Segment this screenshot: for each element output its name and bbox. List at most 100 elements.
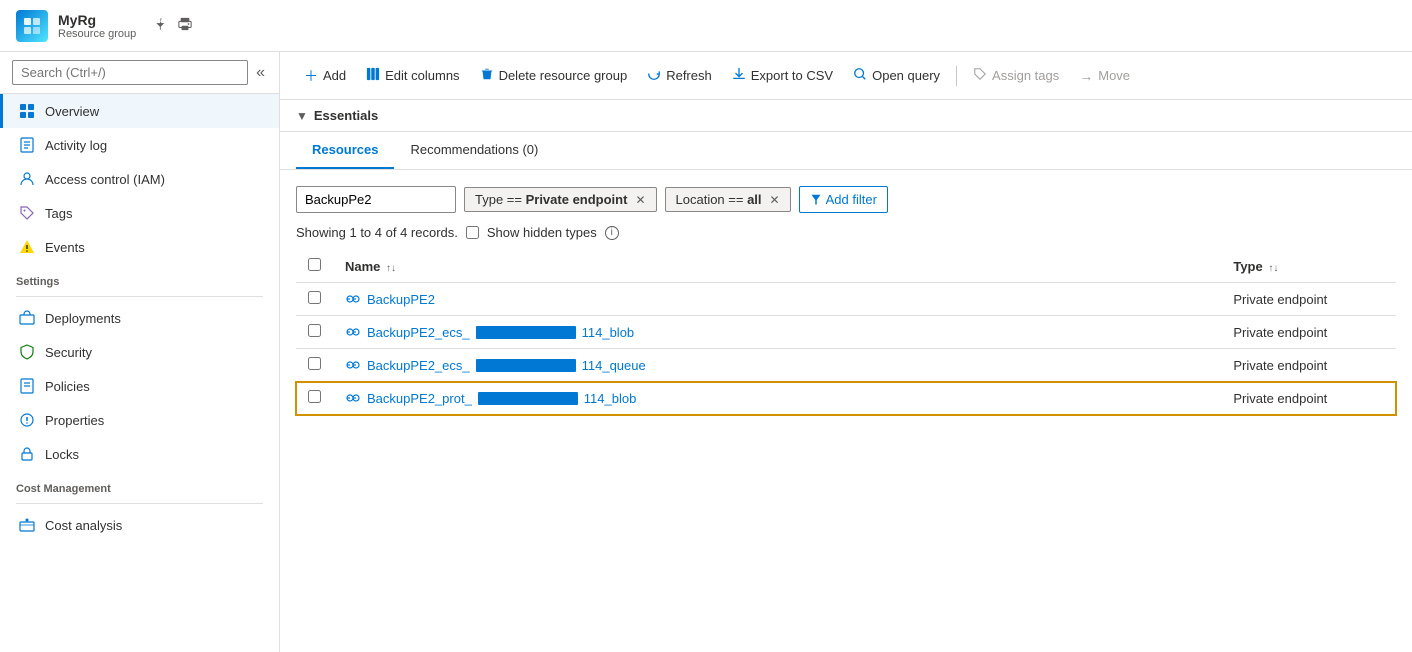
- header-icons: [150, 15, 194, 36]
- type-filter-close-button[interactable]: ✕: [635, 193, 645, 207]
- move-icon: →: [1079, 68, 1093, 84]
- sidebar-nav: Overview Activity log Access control (IA…: [0, 94, 279, 652]
- sidebar-item-access-control[interactable]: Access control (IAM): [0, 162, 279, 196]
- sidebar-search-bar: «: [0, 52, 279, 94]
- row-checkbox[interactable]: [308, 357, 321, 370]
- essentials-label: Essentials: [314, 108, 378, 123]
- resource-link[interactable]: BackupPE2_prot_ 114_blob: [345, 390, 1209, 406]
- export-csv-label: Export to CSV: [751, 68, 833, 83]
- sidebar-item-label: Access control (IAM): [45, 172, 165, 187]
- edit-columns-icon: [366, 67, 380, 84]
- add-filter-button[interactable]: Add filter: [799, 186, 888, 213]
- activity-log-icon: [19, 137, 35, 153]
- search-input[interactable]: [12, 60, 248, 85]
- main-content: ＋ Add Edit columns Delete resource group: [280, 52, 1412, 652]
- app-name: MyRg: [58, 12, 136, 28]
- print-button[interactable]: [176, 15, 194, 36]
- records-row: Showing 1 to 4 of 4 records. Show hidden…: [296, 225, 1396, 240]
- policies-icon: [19, 378, 35, 394]
- resource-name-cell: BackupPE2_ecs_ 114_queue: [333, 349, 1221, 382]
- resource-link[interactable]: BackupPE2_ecs_ 114_queue: [345, 357, 1209, 373]
- essentials-chevron-icon: ▼: [296, 109, 308, 123]
- add-button[interactable]: ＋ Add: [296, 61, 354, 91]
- pin-button[interactable]: [150, 15, 168, 36]
- assign-tags-button[interactable]: Assign tags: [965, 62, 1067, 89]
- type-filter-label: Type == Private endpoint: [475, 192, 627, 207]
- deployments-icon: [19, 310, 35, 326]
- delete-rg-button[interactable]: Delete resource group: [472, 62, 636, 89]
- collapse-sidebar-button[interactable]: «: [254, 62, 267, 84]
- assign-tags-label: Assign tags: [992, 68, 1059, 83]
- sidebar-item-activity-log[interactable]: Activity log: [0, 128, 279, 162]
- row-checkbox[interactable]: [308, 390, 321, 403]
- sidebar-item-label: Security: [45, 345, 92, 360]
- overview-icon: [19, 103, 35, 119]
- resource-link[interactable]: BackupPE2: [345, 291, 1209, 307]
- select-all-checkbox[interactable]: [308, 258, 321, 271]
- refresh-label: Refresh: [666, 68, 712, 83]
- sidebar-item-overview[interactable]: Overview: [0, 94, 279, 128]
- app-logo: [16, 10, 48, 42]
- resource-type-cell: Private endpoint: [1221, 349, 1396, 382]
- edit-columns-button[interactable]: Edit columns: [358, 62, 467, 89]
- records-text: Showing 1 to 4 of 4 records.: [296, 225, 458, 240]
- location-filter-tag: Location == all ✕: [665, 187, 791, 212]
- move-button[interactable]: → Move: [1071, 63, 1138, 89]
- sidebar-item-deployments[interactable]: Deployments: [0, 301, 279, 335]
- private-endpoint-icon: [345, 324, 361, 340]
- sidebar-item-locks[interactable]: Locks: [0, 437, 279, 471]
- resource-type-cell: Private endpoint: [1221, 316, 1396, 349]
- resource-name-suffix: 114_queue: [582, 358, 646, 373]
- table-type-header[interactable]: Type ↑↓: [1221, 250, 1396, 283]
- tags-icon: [19, 205, 35, 221]
- sidebar-item-policies[interactable]: Policies: [0, 369, 279, 403]
- query-icon: [853, 67, 867, 84]
- resources-table: Name ↑↓ Type ↑↓: [296, 250, 1396, 415]
- show-hidden-checkbox[interactable]: [466, 226, 479, 239]
- essentials-header[interactable]: ▼ Essentials: [280, 100, 1412, 132]
- private-endpoint-icon: [345, 291, 361, 307]
- tab-resources[interactable]: Resources: [296, 132, 394, 169]
- sidebar-item-label: Deployments: [45, 311, 121, 326]
- row-checkbox[interactable]: [308, 324, 321, 337]
- row-checkbox[interactable]: [308, 291, 321, 304]
- location-filter-close-button[interactable]: ✕: [770, 193, 780, 207]
- refresh-button[interactable]: Refresh: [639, 62, 720, 89]
- table-select-all-header: [296, 250, 333, 283]
- tab-recommendations[interactable]: Recommendations (0): [394, 132, 554, 169]
- sidebar-item-label: Cost analysis: [45, 518, 122, 533]
- export-csv-button[interactable]: Export to CSV: [724, 62, 841, 89]
- resource-link[interactable]: BackupPE2_ecs_ 114_blob: [345, 324, 1209, 340]
- name-sort-icon: ↑↓: [386, 263, 396, 274]
- sidebar-item-label: Locks: [45, 447, 79, 462]
- sidebar-item-label: Policies: [45, 379, 90, 394]
- private-endpoint-icon: [345, 357, 361, 373]
- sidebar-item-events[interactable]: Events: [0, 230, 279, 264]
- resource-name-suffix: 114_blob: [582, 325, 635, 340]
- open-query-label: Open query: [872, 68, 940, 83]
- sidebar-item-properties[interactable]: Properties: [0, 403, 279, 437]
- sidebar-item-label: Tags: [45, 206, 72, 221]
- table-row: BackupPE2_ecs_ 114_blob Private endpoint: [296, 316, 1396, 349]
- assign-tags-icon: [973, 67, 987, 84]
- type-filter-tag: Type == Private endpoint ✕: [464, 187, 657, 212]
- resource-name: BackupPE2: [367, 292, 435, 307]
- tabs-bar: Resources Recommendations (0): [280, 132, 1412, 170]
- cost-section-label: Cost Management: [0, 471, 279, 499]
- table-name-header[interactable]: Name ↑↓: [333, 250, 1221, 283]
- resource-name-cell: BackupPE2_ecs_ 114_blob: [333, 316, 1221, 349]
- sidebar-item-security[interactable]: Security: [0, 335, 279, 369]
- events-icon: [19, 239, 35, 255]
- table-row: BackupPE2 Private endpoint: [296, 283, 1396, 316]
- add-filter-label: Add filter: [826, 192, 877, 207]
- resource-type-cell: Private endpoint: [1221, 382, 1396, 415]
- sidebar-item-cost-analysis[interactable]: Cost analysis: [0, 508, 279, 542]
- redacted-name-block: [476, 359, 576, 372]
- resource-name-prefix: BackupPE2_prot_: [367, 391, 472, 406]
- sidebar-item-label: Events: [45, 240, 85, 255]
- open-query-button[interactable]: Open query: [845, 62, 948, 89]
- name-filter-input[interactable]: [296, 186, 456, 213]
- add-filter-icon: [810, 194, 822, 206]
- show-hidden-info-icon: i: [605, 226, 619, 240]
- sidebar-item-tags[interactable]: Tags: [0, 196, 279, 230]
